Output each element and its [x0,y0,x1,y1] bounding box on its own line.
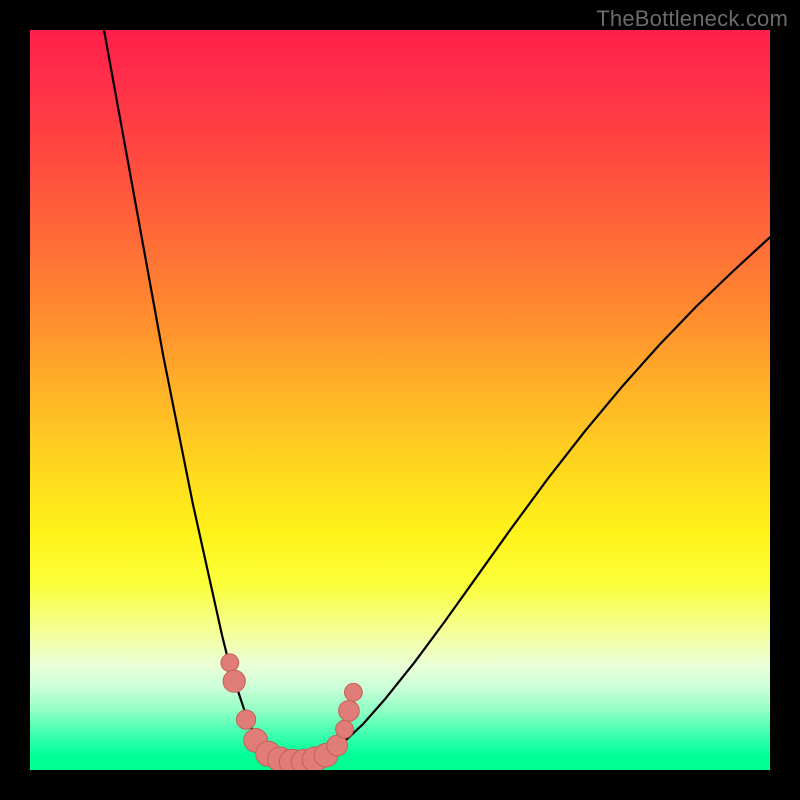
data-marker [336,720,354,738]
chart-svg [30,30,770,770]
watermark-text: TheBottleneck.com [596,6,788,32]
data-marker [236,710,255,729]
data-marker [345,683,363,701]
data-marker [339,700,360,721]
marker-group [221,654,362,770]
chart-frame: TheBottleneck.com [0,0,800,800]
plot-area [30,30,770,770]
bottleneck-curve [104,30,770,763]
data-marker [223,670,245,692]
data-marker [221,654,239,672]
